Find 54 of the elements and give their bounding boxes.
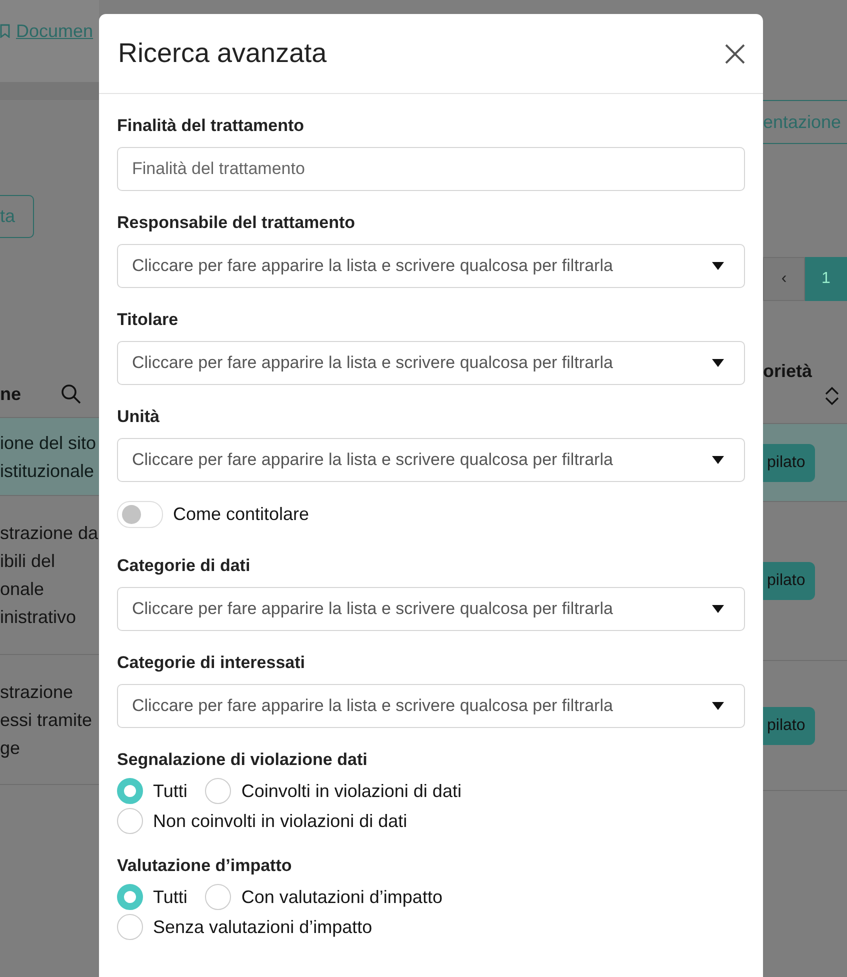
status-badge: pilato (763, 706, 816, 744)
caret-icon (712, 605, 724, 613)
page-button[interactable]: ‹ (763, 257, 805, 301)
radio-label: Tutti (153, 780, 188, 802)
table-cell-text: strazione essi tramite ge (0, 680, 92, 760)
toggle-switch[interactable] (117, 501, 163, 528)
caret-icon (712, 262, 724, 270)
radio-button[interactable] (205, 884, 232, 910)
dropdown-placeholder: Cliccare per fare apparire la lista e scrivere qualcosa per filtrarla (132, 256, 613, 276)
input-field[interactable]: Finalità del trattamento (117, 147, 745, 191)
column-header: ne (0, 384, 22, 404)
field-label: Titolare (117, 310, 180, 330)
field-label: Segnalazione di violazione dati (117, 750, 368, 770)
radio-button[interactable] (117, 884, 143, 910)
dropdown-field[interactable]: Cliccare per fare apparire la lista e scrivere qualcosa per filtrarla (117, 244, 745, 288)
radio-label: Coinvolti in violazioni di dati (241, 780, 462, 802)
radio-button[interactable] (117, 808, 143, 834)
radio-label: Tutti (153, 886, 188, 908)
page-button[interactable]: 1 (805, 257, 847, 301)
dropdown-field[interactable]: Cliccare per fare apparire la lista e scrivere qualcosa per filtrarla (117, 587, 745, 631)
search-icon[interactable] (61, 384, 82, 404)
field-label: Responsabile del trattamento (117, 213, 356, 233)
table-row[interactable]: ione del sito istituzionale (0, 418, 99, 496)
table-cell-text: strazione da ibili del onale inistrativo (0, 522, 98, 629)
caret-icon (712, 456, 724, 464)
radio-label: Non coinvolti in violazioni di dati (153, 810, 408, 832)
dropdown-field[interactable]: Cliccare per fare apparire la lista e scrivere qualcosa per filtrarla (117, 684, 745, 728)
toggle-label: Come contitolare (173, 504, 310, 525)
radio-button[interactable] (117, 914, 143, 940)
field-label: Unità (117, 407, 160, 427)
radio-label: Con valutazioni d’impatto (241, 886, 442, 908)
status-badge: pilato (763, 562, 816, 600)
table-cell-text: ione del sito istituzionale (0, 432, 96, 482)
field-label: Categorie di interessati (117, 653, 306, 673)
dropdown-placeholder: Cliccare per fare apparire la lista e scrivere qualcosa per filtrarla (132, 353, 613, 373)
bookmark-icon (0, 24, 10, 38)
dropdown-placeholder: Cliccare per fare apparire la lista e scrivere qualcosa per filtrarla (132, 696, 613, 716)
field-label: Categorie di dati (117, 556, 252, 576)
sort-icon[interactable] (825, 386, 839, 406)
dropdown-field[interactable]: Cliccare per fare apparire la lista e scrivere qualcosa per filtrarla (117, 438, 745, 482)
dropdown-placeholder: Cliccare per fare apparire la lista e scrivere qualcosa per filtrarla (132, 450, 613, 470)
radio-button[interactable] (117, 778, 143, 804)
radio-button[interactable] (205, 778, 232, 804)
close-icon[interactable] (725, 44, 745, 64)
dropdown-placeholder: Cliccare per fare apparire la lista e scrivere qualcosa per filtrarla (132, 599, 613, 619)
caret-icon (712, 702, 724, 710)
radio-label: Senza valutazioni d’impatto (153, 916, 372, 938)
dropdown-field[interactable]: Cliccare per fare apparire la lista e scrivere qualcosa per filtrarla (117, 341, 745, 385)
field-label: Valutazione d’impatto (117, 856, 293, 876)
column-header: orietà (763, 360, 812, 382)
field-label: Finalità del trattamento (117, 116, 306, 136)
caret-icon (712, 359, 724, 367)
dialog-title: Ricerca avanzata (118, 38, 327, 69)
status-badge: pilato (763, 444, 816, 482)
